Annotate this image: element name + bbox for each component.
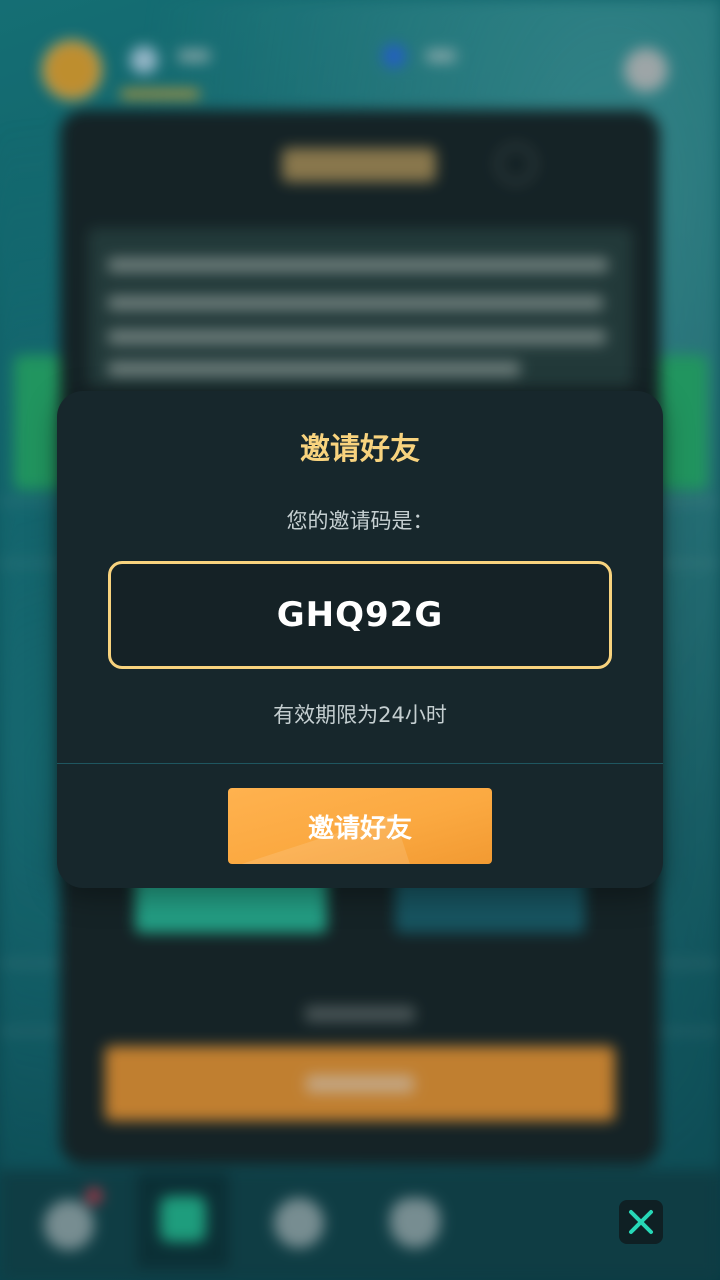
invite-code-value: GHQ92G — [276, 595, 444, 635]
invite-button-label: 邀请好友 — [307, 813, 412, 844]
validity-text: 有效期限为24小时 — [273, 703, 447, 727]
modal-divider — [57, 763, 663, 764]
invite-code-box[interactable]: GHQ92G — [108, 561, 612, 669]
invite-friends-button[interactable]: 邀请好友 — [228, 788, 492, 864]
close-button[interactable] — [619, 1200, 663, 1244]
invite-code-label: 您的邀请码是： — [286, 509, 434, 533]
app-screen: 邀请好友 您的邀请码是： GHQ92G 有效期限为24小时 邀请好友 — [0, 0, 720, 1280]
modal-title: 邀请好友 — [300, 432, 420, 467]
close-icon — [629, 1210, 653, 1234]
